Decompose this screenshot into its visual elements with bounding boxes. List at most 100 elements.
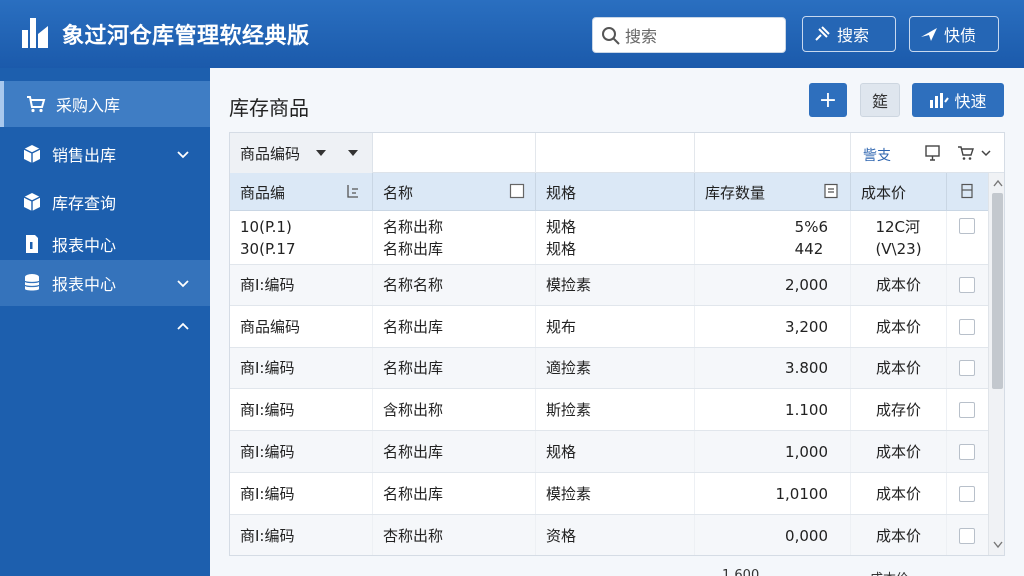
quick-button-label: 快速 xyxy=(954,92,987,111)
col-header-qty[interactable]: 库存数量 xyxy=(695,173,851,211)
cell-cost: 成本价 xyxy=(851,265,947,305)
pin-icon xyxy=(815,26,830,41)
checkbox-icon[interactable] xyxy=(509,183,525,199)
cell-code: 商I:编码 xyxy=(230,515,373,555)
cell-spec: 规布 xyxy=(536,306,695,347)
search-box[interactable] xyxy=(592,17,786,53)
filter-cell[interactable] xyxy=(373,133,536,173)
cell-code: 商I:编码 xyxy=(230,473,373,514)
sidebar-item-purchase-in[interactable]: 采购入库 xyxy=(0,81,210,127)
col-header-label: 规格 xyxy=(546,183,577,202)
cell-spec: 规格 xyxy=(536,431,695,472)
row-checkbox[interactable] xyxy=(959,527,975,544)
cell-spec: 规格 规格 xyxy=(536,211,695,264)
cell-name: 名称出库 xyxy=(373,348,536,388)
cell-name: 名称出库 xyxy=(373,306,536,347)
chevron-down-icon xyxy=(177,280,189,288)
cart-icon xyxy=(27,96,46,113)
list-icon[interactable] xyxy=(823,183,839,199)
cell-name: 杏称出称 xyxy=(373,515,536,555)
cell-name: 名称出库 xyxy=(373,473,536,514)
cell-spec: 模捡素 xyxy=(536,473,695,514)
next-row-peek: 1,600 成本价 xyxy=(210,568,1024,576)
cell-code: 商I:编码 xyxy=(230,265,373,305)
filter-cell[interactable] xyxy=(695,133,851,173)
search-input[interactable] xyxy=(625,23,775,49)
sidebar-item-label: 报表中心 xyxy=(52,236,117,255)
col-header-label: 名称 xyxy=(383,183,414,202)
table-scrollbar[interactable] xyxy=(988,173,1004,555)
cart-icon[interactable] xyxy=(957,144,975,162)
col-header-code[interactable]: 商品编 xyxy=(230,173,373,211)
col-header-spec[interactable]: 规格 xyxy=(536,173,695,211)
cell-qty: 3,200 xyxy=(695,306,851,347)
peek-cost: 成本价 xyxy=(870,568,909,576)
cell-cost: 成本价 xyxy=(851,306,947,347)
peek-qty: 1,600 xyxy=(722,568,760,576)
add-button[interactable]: + xyxy=(809,83,847,117)
scroll-down-icon[interactable] xyxy=(993,541,1003,549)
page-title: 库存商品 xyxy=(229,96,309,120)
filter-button[interactable]: 筵 xyxy=(860,83,900,117)
database-icon xyxy=(24,274,40,291)
sidebar-item-reports-2[interactable]: 报表中心 xyxy=(0,260,210,306)
cell-code: 商品编码 xyxy=(230,306,373,347)
table-row[interactable]: 商I:编码 名称名称 模捡素 2,000 成本价 xyxy=(230,265,988,306)
col-header-cost[interactable]: 成本价 xyxy=(851,173,947,211)
col-header-actions[interactable] xyxy=(947,173,988,211)
row-checkbox[interactable] xyxy=(959,217,975,234)
chevron-down-icon xyxy=(177,151,189,159)
caret-down-icon xyxy=(316,150,326,156)
cell-spec: 资格 xyxy=(536,515,695,555)
cell-qty: 2,000 xyxy=(695,265,851,305)
cell-qty: 1.100 xyxy=(695,389,851,430)
header-quick-label: 快债 xyxy=(944,26,977,45)
header-quick-button[interactable]: 快债 xyxy=(909,16,999,52)
sidebar-item-stock-query[interactable]: 库存查询 xyxy=(0,179,210,225)
bar-chart-icon xyxy=(930,93,950,108)
scroll-up-icon[interactable] xyxy=(993,179,1003,187)
table-row[interactable]: 商I:编码 名称出库 適捡素 3.800 成本价 xyxy=(230,348,988,389)
sidebar-item-sales-out[interactable]: 销售出库 xyxy=(0,131,210,177)
row-checkbox[interactable] xyxy=(959,318,975,335)
col-header-name[interactable]: 名称 xyxy=(373,173,536,211)
row-checkbox[interactable] xyxy=(959,401,975,418)
sort-icon[interactable] xyxy=(345,183,361,199)
monitor-icon[interactable] xyxy=(924,144,942,162)
cell-qty: 1,0100 xyxy=(695,473,851,514)
app-title: 象过河仓库管理软经典版 xyxy=(62,24,310,49)
chevron-down-icon[interactable] xyxy=(980,144,992,162)
filter-link[interactable]: 訾支 xyxy=(863,145,891,165)
header-search-button[interactable]: 搜索 xyxy=(802,16,896,52)
cell-code: 商I:编码 xyxy=(230,348,373,388)
col-header-label: 商品编 xyxy=(240,183,286,202)
table-row[interactable]: 商I:编码 杏称出称 资格 0,000 成本价 xyxy=(230,515,988,555)
app-logo-icon xyxy=(22,18,48,48)
sidebar-item-label: 库存查询 xyxy=(52,194,117,213)
table-row[interactable]: 商I:编码 含称出称 斯捡素 1.100 成存价 xyxy=(230,389,988,431)
table-row[interactable]: 商品编码 名称出库 规布 3,200 成本价 xyxy=(230,306,988,348)
table-row[interactable]: 商I:编码 名称出库 模捡素 1,0100 成本价 xyxy=(230,473,988,515)
cell-code: 商I:编码 xyxy=(230,389,373,430)
quick-button[interactable]: 快速 xyxy=(912,83,1004,117)
sidebar-item-label: 采购入库 xyxy=(56,96,121,115)
table-row[interactable]: 10(P.1) 30(P.17 名称出称 名称出库 规格 规格 5%6 442 … xyxy=(230,211,988,265)
cell-qty: 0,000 xyxy=(695,515,851,555)
printer-icon[interactable] xyxy=(959,183,975,199)
row-checkbox[interactable] xyxy=(959,360,975,376)
cell-name: 名称出称 名称出库 xyxy=(373,211,536,264)
sidebar-item-label: 报表中心 xyxy=(52,275,117,294)
cell-code: 10(P.1) 30(P.17 xyxy=(230,211,373,264)
scrollbar-thumb[interactable] xyxy=(992,193,1003,389)
row-checkbox[interactable] xyxy=(959,443,975,460)
cell-cost: 成本价 xyxy=(851,515,947,555)
filter-cell[interactable] xyxy=(536,133,695,173)
cell-cost: 成本价 xyxy=(851,348,947,388)
row-checkbox[interactable] xyxy=(959,485,975,502)
cell-name: 含称出称 xyxy=(373,389,536,430)
field-select[interactable]: 商品编码 xyxy=(230,133,373,173)
row-checkbox[interactable] xyxy=(959,277,975,293)
table-row[interactable]: 商I:编码 名称出库 规格 1,000 成本价 xyxy=(230,431,988,473)
sidebar-item-label: 销售出库 xyxy=(52,146,117,165)
sidebar-collapse[interactable] xyxy=(0,304,210,350)
